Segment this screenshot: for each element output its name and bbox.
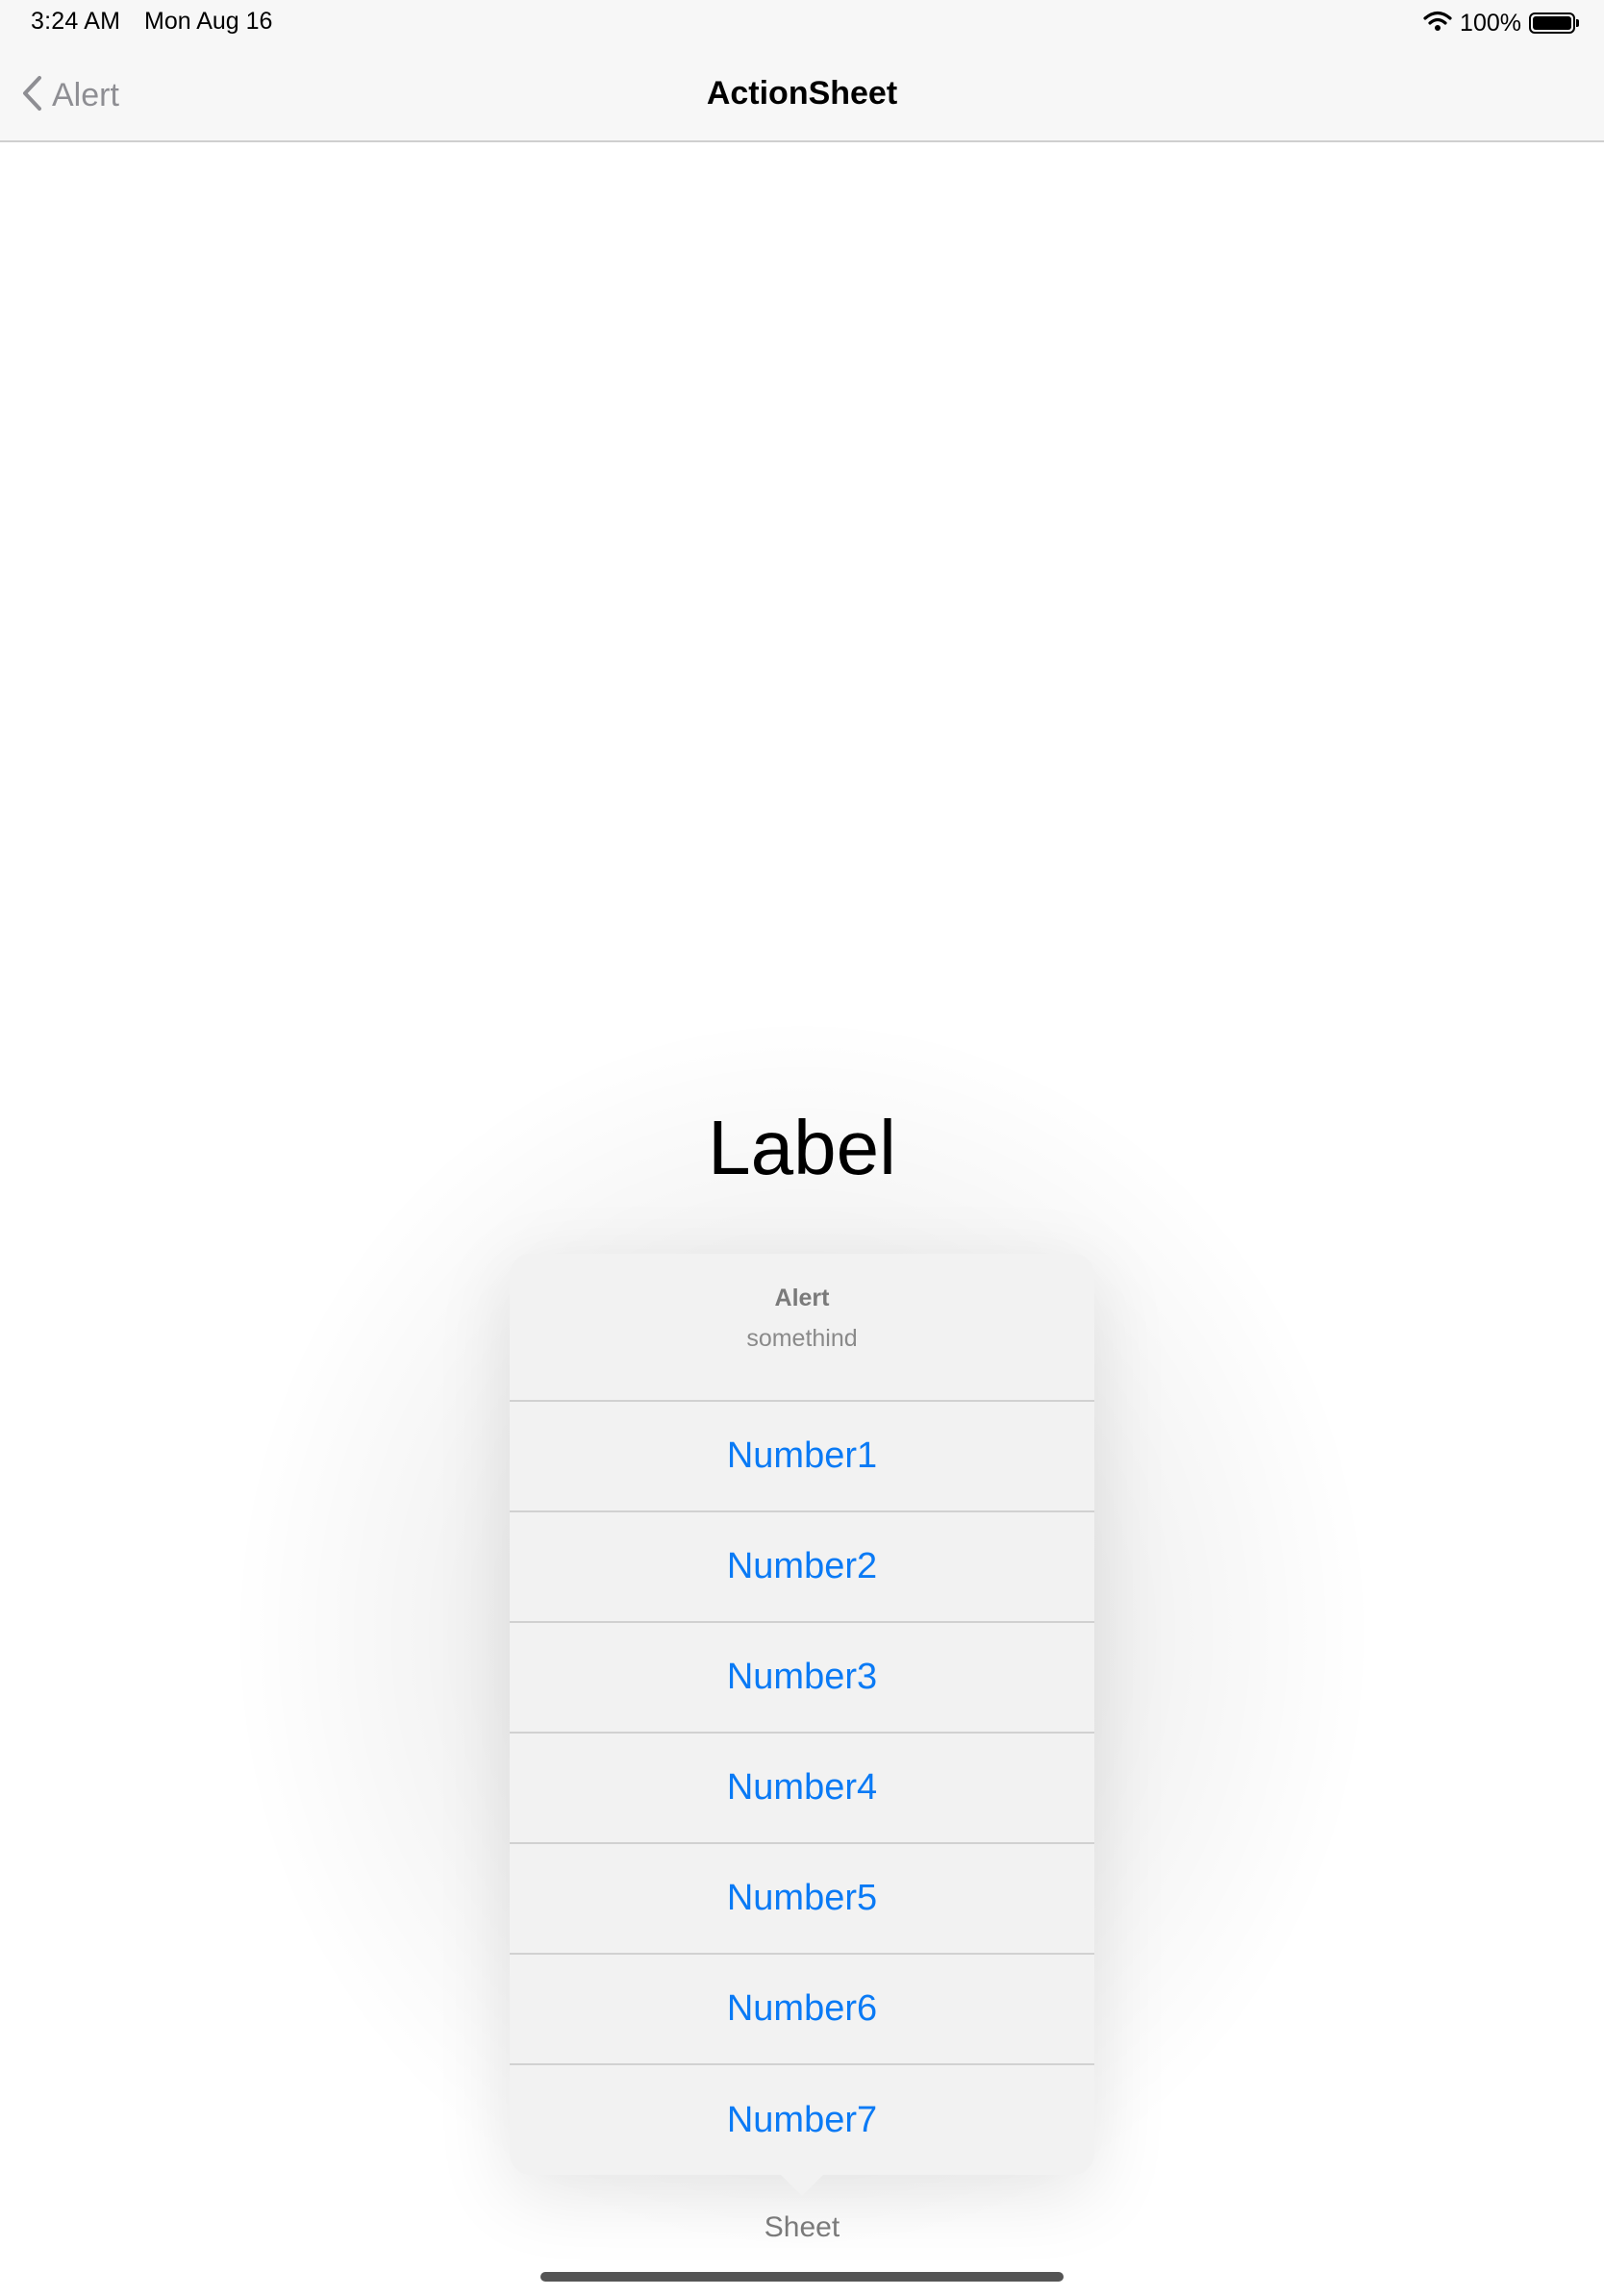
action-number6-button[interactable]: Number6 [510,1955,1094,2065]
action-number2-button[interactable]: Number2 [510,1512,1094,1623]
popover-arrow [781,2175,823,2196]
action-number4-button[interactable]: Number4 [510,1734,1094,1844]
status-time: 3:24 AM [31,8,121,35]
action-number7-button[interactable]: Number7 [510,2065,1094,2176]
status-indicators: 100% [1423,6,1579,40]
main-label: Label [708,1105,896,1190]
battery-icon [1529,12,1579,34]
status-bar: 3:24 AM Mon Aug 16 100% [0,0,1604,46]
battery-percent: 100% [1460,9,1521,37]
home-indicator[interactable] [540,2272,1064,2282]
action-sheet-popover: Alert somethind Number1 Number2 Number3 … [510,1254,1094,2175]
action-number3-button[interactable]: Number3 [510,1623,1094,1734]
action-sheet-message: somethind [746,1325,858,1352]
action-number1-button[interactable]: Number1 [510,1402,1094,1512]
action-sheet-title: Alert [774,1285,830,1311]
action-number5-button[interactable]: Number5 [510,1844,1094,1955]
action-sheet-header: Alert somethind [510,1254,1094,1402]
sheet-button[interactable]: Sheet [0,2211,1604,2244]
status-date: Mon Aug 16 [144,8,273,35]
battery-level [1533,16,1571,30]
wifi-icon [1423,11,1452,37]
page-title: ActionSheet [706,75,898,112]
